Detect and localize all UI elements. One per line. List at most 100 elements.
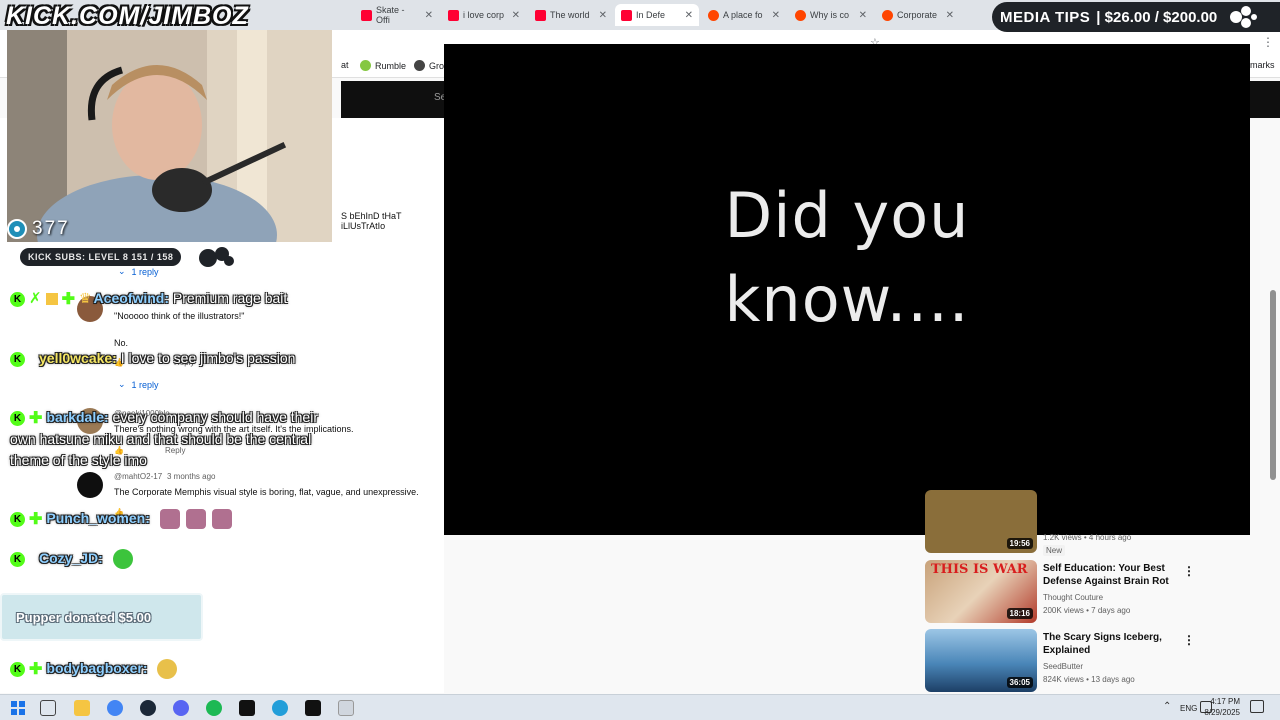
close-icon[interactable]: ✕	[859, 10, 867, 21]
video-player[interactable]: Did you know....	[444, 44, 1250, 535]
spotify-icon[interactable]	[206, 700, 222, 716]
close-icon[interactable]: ✕	[946, 10, 954, 21]
chat-text: I love to see jimbo's passion	[120, 350, 296, 366]
video-stats: 824K views • 13 days ago	[1043, 675, 1135, 684]
tab-in-defense[interactable]: In Defe ✕	[615, 4, 699, 26]
recommendation-item[interactable]: 19:56 1.2K views • 4 hours ago New	[925, 490, 1225, 556]
chat-username[interactable]: bodybagboxer:	[46, 660, 147, 676]
clock-date[interactable]: 8/29/2025	[1200, 708, 1240, 717]
video-thumbnail[interactable]: 36:05	[925, 629, 1037, 692]
chat-message: K ✗ ✚ ♛ Aceofwind: Premium rage bait	[10, 288, 320, 310]
avatar[interactable]	[77, 472, 103, 498]
kick-badge-icon: K	[10, 291, 25, 307]
close-icon[interactable]: ✕	[772, 10, 780, 21]
video-stats: 200K views • 7 days ago	[1043, 606, 1131, 615]
chrome-icon[interactable]	[107, 700, 123, 716]
tab-i-love-corp[interactable]: i love corp ✕	[442, 4, 526, 26]
chat-message: K ✚ bodybagboxer:	[10, 658, 320, 680]
youtube-icon	[535, 9, 546, 21]
chat-username[interactable]: yell0wcake:	[39, 350, 117, 366]
replies-toggle[interactable]: ⌄ 1 reply	[118, 379, 159, 390]
crown-icon: ♛	[78, 290, 92, 306]
clock-time[interactable]: 4:17 PM	[1200, 697, 1240, 706]
chat-text: Premium rage bait	[172, 290, 288, 306]
tab-a-place-for[interactable]: A place fo ✕	[702, 4, 786, 26]
emote-icon	[185, 509, 206, 530]
more-menu-icon[interactable]: ⋮	[1262, 35, 1274, 49]
app-icon[interactable]	[239, 700, 255, 716]
discord-icon[interactable]	[173, 700, 189, 716]
close-icon[interactable]: ✕	[512, 10, 520, 21]
recommendation-item[interactable]: THIS IS WAR 18:16 Self Education: Your B…	[925, 560, 1225, 624]
close-icon[interactable]: ✕	[599, 10, 607, 21]
bookmark-rumble[interactable]: Rumble	[360, 60, 406, 71]
steam-icon[interactable]	[140, 700, 156, 716]
comment-fragment: S bEhInD tHaT iLlUsTrAtIo	[341, 211, 402, 231]
tab-title: i love corp	[463, 10, 505, 20]
close-icon[interactable]: ✕	[425, 10, 433, 21]
video-duration: 19:56	[1006, 538, 1033, 549]
bookmark-all[interactable]: marks	[1250, 60, 1275, 70]
language-indicator[interactable]: ENG	[1180, 704, 1197, 713]
goal-logo-icon	[1230, 6, 1258, 28]
chat-username[interactable]: Punch_women:	[46, 510, 149, 526]
channel-name[interactable]: Thought Couture	[1043, 593, 1103, 602]
notification-icon[interactable]	[1250, 700, 1264, 713]
tab-skate[interactable]: Skate - Offi ✕	[355, 4, 439, 26]
more-vert-icon[interactable]: ⋮	[1183, 564, 1195, 578]
channel-name[interactable]: SeedButter	[1043, 662, 1083, 671]
bookmark-item[interactable]: at	[341, 60, 349, 70]
app-icon[interactable]	[338, 700, 354, 716]
reddit-icon	[708, 9, 719, 21]
windows-start-icon[interactable]	[10, 700, 26, 716]
plus-badge-icon: ✚	[61, 290, 75, 308]
recommendation-item[interactable]: 36:05 The Scary Signs Iceberg, Explained…	[925, 629, 1225, 693]
obs-icon[interactable]	[305, 700, 321, 716]
goal-logo-icon	[199, 247, 234, 267]
comment-text: No.	[114, 338, 129, 348]
viewer-count-value: 377	[32, 218, 70, 239]
rumble-icon	[360, 60, 371, 71]
file-explorer-icon[interactable]	[74, 700, 90, 716]
bookmark-label: at	[341, 60, 349, 70]
video-thumbnail[interactable]: THIS IS WAR 18:16	[925, 560, 1037, 623]
close-icon[interactable]: ✕	[685, 10, 693, 21]
chat-username[interactable]: barkdale:	[46, 409, 108, 425]
tab-the-world[interactable]: The world ✕	[529, 4, 613, 26]
tab-corporate[interactable]: Corporate ✕	[876, 4, 960, 26]
chat-username[interactable]: Cozy_JD:	[39, 550, 103, 566]
telegram-icon[interactable]	[272, 700, 288, 716]
kick-badge-icon: K	[10, 410, 25, 426]
task-view-icon[interactable]	[40, 700, 56, 716]
video-thumbnail[interactable]: 19:56	[925, 490, 1037, 553]
bookmark-label: Rumble	[375, 60, 407, 71]
screen: Skate - Offi ✕ i love corp ✕ The world ✕…	[0, 0, 1280, 720]
media-tips-goal: MEDIA TIPS | $26.00 / $200.00	[992, 2, 1280, 32]
bookmark-label: marks	[1250, 60, 1275, 70]
media-tips-label: MEDIA TIPS	[1000, 8, 1091, 26]
comment-author[interactable]: @mahtO2-17	[114, 472, 162, 481]
chat-username[interactable]: Aceofwind:	[94, 290, 169, 306]
emote-icon	[159, 509, 180, 530]
plus-badge-icon: ✚	[29, 660, 43, 678]
video-title[interactable]: The Scary Signs Iceberg, Explained	[1043, 631, 1183, 657]
viewer-count: 377	[6, 218, 70, 240]
video-stats: 1.2K views • 4 hours ago	[1043, 533, 1132, 542]
kick-badge-icon: K	[10, 661, 25, 677]
viewers-icon	[7, 219, 27, 239]
comment-text: "Nooooo think of the illustrators!"	[114, 311, 245, 321]
sword-badge-icon: ✗	[29, 290, 42, 307]
more-vert-icon[interactable]: ⋮	[1183, 633, 1195, 647]
replies-toggle[interactable]: ⌄ 1 reply	[118, 266, 159, 277]
video-title[interactable]: Self Education: Your Best Defense Agains…	[1043, 562, 1183, 588]
windows-taskbar: ⌃ ENG 4:17 PM 8/29/2025	[0, 694, 1280, 720]
tab-title: Why is co	[810, 10, 850, 20]
donation-alert: Pupper donated $5.00	[0, 593, 203, 641]
tab-why-is-co[interactable]: Why is co ✕	[789, 4, 873, 26]
kick-badge-icon: K	[10, 551, 25, 567]
comment-time: 3 months ago	[167, 472, 216, 481]
chevron-up-icon[interactable]: ⌃	[1163, 701, 1171, 712]
video-duration: 18:16	[1006, 608, 1033, 619]
page-scrollbar[interactable]	[1270, 290, 1276, 480]
chat-message: K ✚ barkdale: every company should have th…	[10, 407, 320, 471]
